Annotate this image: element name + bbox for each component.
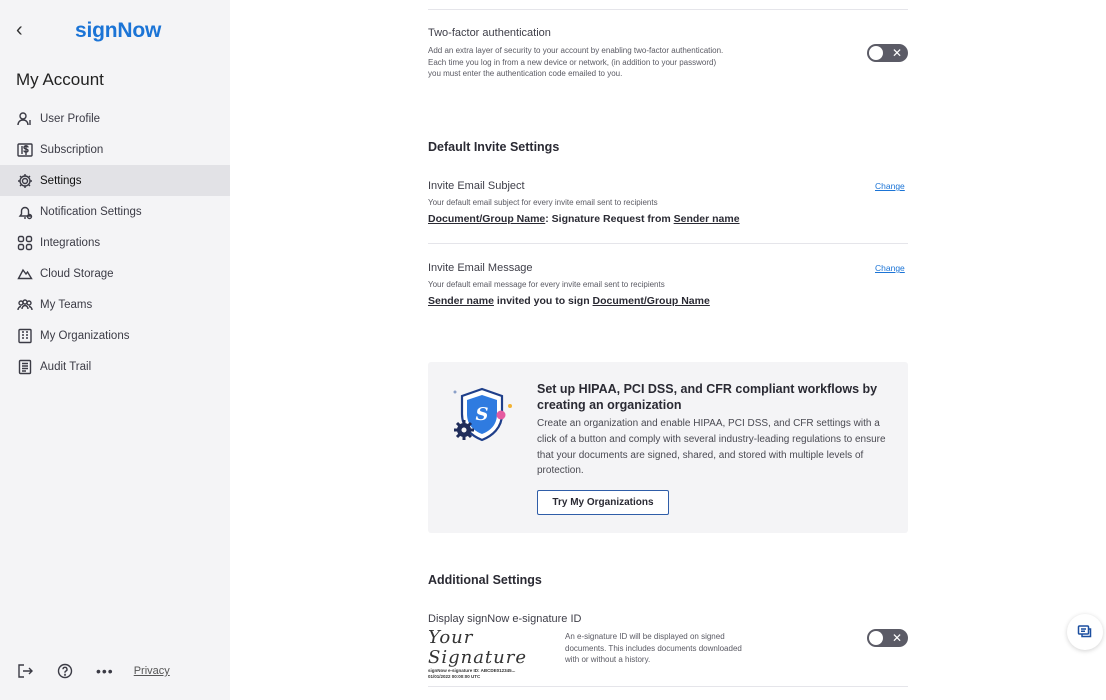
- page-title: My Account: [16, 70, 104, 89]
- subject-variable-sender[interactable]: Sender name: [674, 213, 740, 225]
- message-variable-document[interactable]: Document/Group Name: [593, 295, 710, 307]
- sidebar-item-label: Subscription: [40, 143, 104, 156]
- promo-description: Create an organization and enable HIPAA,…: [537, 418, 886, 477]
- two-factor-desc-line: Each time you log in from a new device o…: [428, 57, 717, 67]
- esig-desc-line: documents. This includes documents downl…: [565, 643, 742, 653]
- try-my-organizations-button[interactable]: Try My Organizations: [537, 490, 669, 515]
- chat-icon: [1077, 625, 1092, 638]
- sidebar-item-user-profile[interactable]: User Profile: [0, 103, 230, 134]
- privacy-link[interactable]: Privacy: [134, 665, 170, 677]
- signature-sample-script: Your Signature: [428, 627, 528, 668]
- more-options-button[interactable]: •••: [96, 663, 114, 679]
- toggle-off-icon: ✕: [891, 46, 902, 60]
- sidebar-footer: ••• Privacy: [16, 662, 170, 680]
- esig-desc-line: An e-signature ID will be displayed on s…: [565, 632, 725, 641]
- sidebar-item-audit-trail[interactable]: Audit Trail: [0, 351, 230, 382]
- organization-promo-card: S Set up HIPAA, PCI DSS, and CFR complia…: [428, 362, 908, 533]
- sidebar-item-cloud-storage[interactable]: Cloud Storage: [0, 258, 230, 289]
- invite-subject-value: Document/Group Name: Signature Request f…: [428, 213, 740, 225]
- invite-subject-label: Invite Email Subject: [428, 180, 525, 192]
- message-variable-sender[interactable]: Sender name: [428, 295, 494, 307]
- sidebar: ‹ signNow My Account User Profile Subscr…: [0, 0, 230, 700]
- esig-id-description: An e-signature ID will be displayed on s…: [565, 631, 805, 666]
- logout-icon[interactable]: [16, 662, 34, 680]
- cloud-icon: [16, 265, 34, 283]
- esig-id-toggle[interactable]: ✕: [867, 629, 908, 647]
- sidebar-item-label: My Organizations: [40, 329, 130, 342]
- divider: [428, 686, 908, 687]
- promo-title: Set up HIPAA, PCI DSS, and CFR compliant…: [537, 382, 878, 412]
- message-static-text: invited you to sign: [493, 295, 593, 307]
- toggle-off-icon: ✕: [891, 631, 902, 645]
- subject-variable-document[interactable]: Document/Group Name: [428, 213, 545, 225]
- esig-id-label: Display signNow e-signature ID: [428, 613, 582, 625]
- divider: [428, 243, 908, 244]
- sidebar-item-integrations[interactable]: Integrations: [0, 227, 230, 258]
- toggle-knob: [869, 631, 883, 645]
- sidebar-item-label: My Teams: [40, 298, 93, 311]
- invite-message-value: Sender name invited you to sign Document…: [428, 295, 710, 307]
- user-icon: [16, 110, 34, 128]
- two-factor-description: Add an extra layer of security to your a…: [428, 45, 808, 80]
- invite-subject-description: Your default email subject for every inv…: [428, 198, 658, 207]
- sidebar-item-label: Audit Trail: [40, 360, 92, 373]
- shield-gear-illustration: S: [453, 387, 512, 442]
- sidebar-item-subscription[interactable]: Subscription: [0, 134, 230, 165]
- signature-sample-date: 01/01/2022 00:00:00 UTC: [428, 674, 481, 679]
- sidebar-item-label: Cloud Storage: [40, 267, 114, 280]
- change-message-link[interactable]: Change: [875, 263, 905, 273]
- sidebar-item-notification-settings[interactable]: Notification Settings: [0, 196, 230, 227]
- invite-settings-heading: Default Invite Settings: [428, 140, 560, 154]
- two-factor-desc-line: Add an extra layer of security to your a…: [428, 46, 724, 55]
- grid-icon: [16, 234, 34, 252]
- sidebar-item-label: Integrations: [40, 236, 101, 249]
- sidebar-nav: User Profile Subscription Settings Notif…: [0, 103, 230, 382]
- toggle-knob: [869, 46, 883, 60]
- two-factor-toggle[interactable]: ✕: [867, 44, 908, 62]
- dollar-card-icon: [16, 141, 34, 159]
- divider: [428, 9, 908, 10]
- audit-icon: [16, 358, 34, 376]
- two-factor-label: Two-factor authentication: [428, 27, 551, 39]
- change-subject-link[interactable]: Change: [875, 181, 905, 191]
- invite-message-description: Your default email message for every inv…: [428, 280, 665, 289]
- organization-icon: [16, 327, 34, 345]
- help-icon[interactable]: [56, 662, 74, 680]
- signnow-logo[interactable]: signNow: [75, 19, 161, 43]
- subject-static-text: : Signature Request from: [545, 213, 674, 225]
- bell-icon: [16, 203, 34, 221]
- sidebar-item-my-organizations[interactable]: My Organizations: [0, 320, 230, 351]
- team-icon: [16, 296, 34, 314]
- sidebar-item-label: User Profile: [40, 112, 101, 125]
- signature-sample: Your Signature signNow e-signature ID: A…: [428, 628, 558, 680]
- sidebar-item-label: Notification Settings: [40, 205, 142, 218]
- additional-settings-heading: Additional Settings: [428, 573, 542, 587]
- back-button[interactable]: ‹: [16, 20, 23, 40]
- shield-letter: S: [476, 404, 489, 425]
- chat-support-button[interactable]: [1067, 614, 1103, 650]
- invite-message-label: Invite Email Message: [428, 262, 533, 274]
- sidebar-item-my-teams[interactable]: My Teams: [0, 289, 230, 320]
- two-factor-desc-line: you must enter the authentication code e…: [428, 69, 623, 78]
- esig-desc-line: with or without a history.: [565, 655, 651, 664]
- gear-icon: [16, 172, 34, 190]
- sidebar-item-label: Settings: [40, 174, 82, 187]
- sidebar-item-settings[interactable]: Settings: [0, 165, 230, 196]
